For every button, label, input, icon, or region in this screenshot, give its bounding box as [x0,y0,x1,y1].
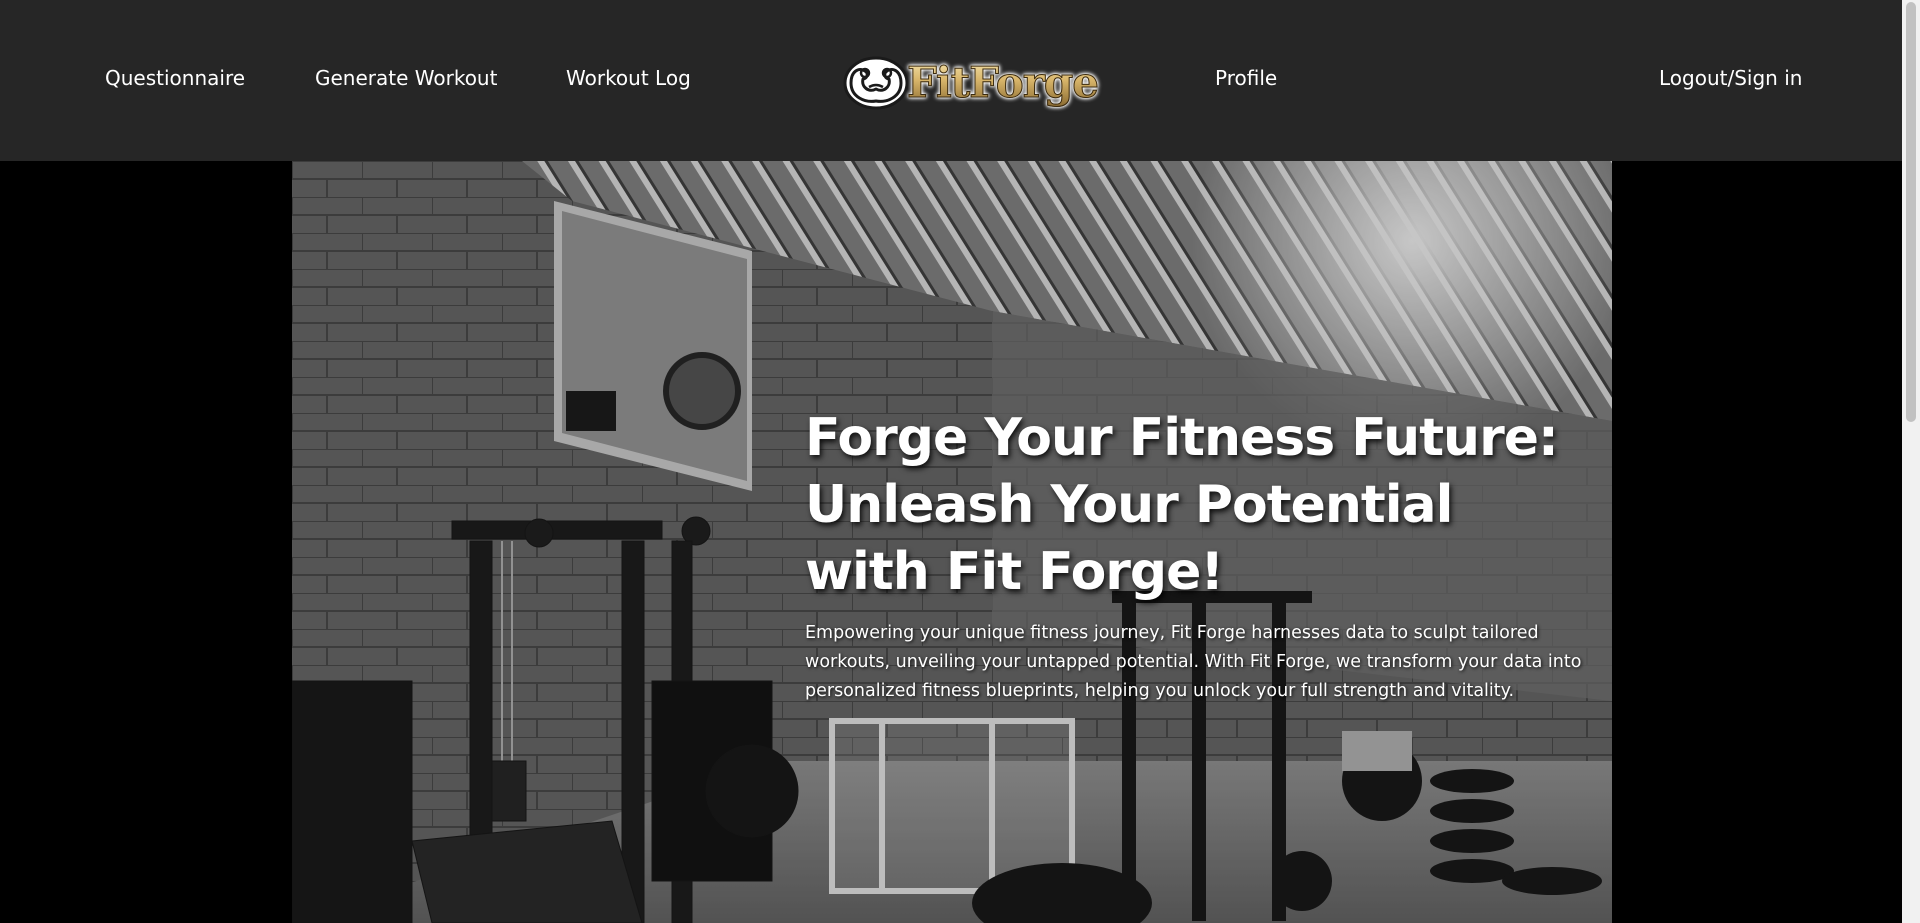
nav-link-workout-log[interactable]: Workout Log [566,66,691,90]
scrollbar-thumb[interactable] [1906,2,1916,422]
top-navbar: Questionnaire Generate Workout Workout L… [0,0,1902,161]
flexing-arms-icon [843,56,909,110]
hero-banner: Forge Your Fitness Future: Unleash Your … [292,161,1612,923]
nav-link-profile[interactable]: Profile [1215,66,1277,90]
nav-link-questionnaire[interactable]: Questionnaire [105,66,245,90]
hero-description: Empowering your unique fitness journey, … [805,623,1582,701]
nav-link-generate-workout[interactable]: Generate Workout [315,66,497,90]
nav-link-logout-signin[interactable]: Logout/Sign in [1659,66,1802,90]
hero-title: Forge Your Fitness Future: Unleash Your … [805,408,1559,602]
brand-logo-text: FitForge [907,57,1100,107]
brand-logo[interactable]: FitForge [843,50,1101,114]
page-scrollbar[interactable] [1902,0,1920,923]
